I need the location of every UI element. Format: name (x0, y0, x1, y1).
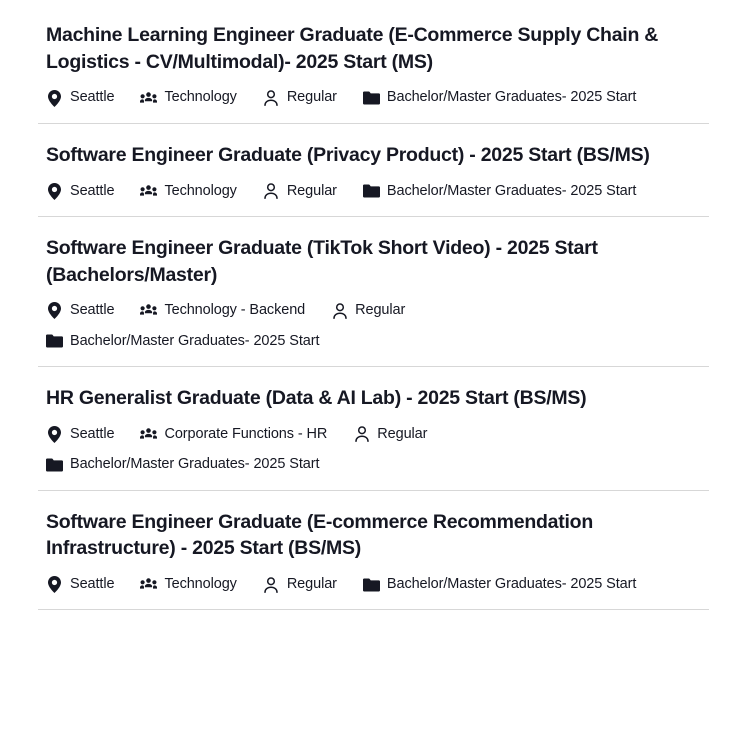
person-icon (263, 90, 280, 107)
job-meta: Seattle Technology - Backend Regular Bachel… (46, 302, 701, 350)
job-department: Technology (140, 575, 237, 593)
job-employment-type: Regular (263, 576, 337, 593)
folder-icon (46, 456, 63, 473)
job-category-label: Bachelor/Master Graduates- 2025 Start (386, 575, 637, 592)
job-location-label: Seattle (70, 575, 115, 592)
location-pin-icon (46, 576, 63, 594)
job-department: Technology - Backend (140, 302, 305, 319)
job-employment-type-label: Regular (377, 425, 428, 442)
people-group-icon (140, 183, 158, 200)
folder-icon (362, 576, 380, 593)
job-employment-type-label: Regular (286, 575, 337, 592)
job-employment-type: Regular (331, 302, 405, 319)
job-card[interactable]: Software Engineer Graduate (Privacy Prod… (38, 124, 709, 217)
job-department-label: Technology (164, 89, 237, 106)
folder-icon (362, 90, 380, 107)
job-department: Technology (140, 182, 237, 200)
person-icon (331, 302, 348, 319)
job-meta-row: Seattle Technology Regular Bachelor/Master … (46, 575, 701, 594)
person-icon (263, 183, 280, 200)
job-title[interactable]: Machine Learning Engineer Graduate (E-Co… (46, 22, 692, 75)
job-category-label: Bachelor/Master Graduates- 2025 Start (70, 456, 320, 473)
job-meta-row: Seattle Technology Regular Bachelor/Master … (46, 183, 701, 200)
job-card[interactable]: Software Engineer Graduate (TikTok Short… (38, 217, 709, 368)
job-category-label: Bachelor/Master Graduates- 2025 Start (70, 332, 320, 349)
job-category: Bachelor/Master Graduates- 2025 Start (362, 575, 637, 593)
job-department-label: Technology (164, 575, 237, 592)
job-location: Seattle (46, 425, 115, 443)
job-employment-type: Regular (353, 426, 427, 443)
job-category-label: Bachelor/Master Graduates- 2025 Start (386, 182, 637, 199)
job-location-label: Seattle (70, 89, 115, 106)
people-group-icon (140, 426, 158, 443)
job-employment-type-label: Regular (286, 182, 337, 199)
people-group-icon (140, 90, 158, 107)
person-icon (353, 426, 370, 443)
job-title[interactable]: Software Engineer Graduate (TikTok Short… (46, 235, 692, 288)
people-group-icon (140, 576, 158, 593)
job-meta: Seattle Corporate Functions - HR Regular Ba… (46, 426, 701, 474)
job-listings-container: Machine Learning Engineer Graduate (E-Co… (0, 0, 747, 611)
job-department-label: Technology (164, 182, 237, 199)
job-category: Bachelor/Master Graduates- 2025 Start (362, 89, 637, 107)
job-meta: Seattle Technology Regular Bachelor/Master … (46, 183, 701, 200)
job-category: Bachelor/Master Graduates- 2025 Start (46, 333, 319, 350)
job-location-label: Seattle (70, 182, 115, 199)
folder-icon (362, 183, 380, 200)
people-group-icon (140, 302, 158, 319)
folder-icon (46, 333, 63, 350)
job-card[interactable]: HR Generalist Graduate (Data & AI Lab) -… (38, 367, 709, 491)
job-title[interactable]: Software Engineer Graduate (E-commerce R… (46, 509, 692, 562)
job-department-label: Technology - Backend (164, 302, 306, 319)
job-card[interactable]: Software Engineer Graduate (E-commerce R… (38, 491, 709, 611)
job-employment-type-label: Regular (286, 89, 337, 106)
job-meta-row: Bachelor/Master Graduates- 2025 Start (46, 456, 701, 473)
job-title[interactable]: HR Generalist Graduate (Data & AI Lab) -… (46, 385, 692, 412)
location-pin-icon (46, 425, 63, 443)
location-pin-icon (46, 302, 63, 320)
job-category-label: Bachelor/Master Graduates- 2025 Start (386, 89, 637, 106)
job-card[interactable]: Machine Learning Engineer Graduate (E-Co… (38, 0, 709, 124)
job-employment-type: Regular (263, 183, 337, 200)
job-meta-row: Seattle Technology - Backend Regular (46, 302, 701, 320)
job-location-label: Seattle (70, 425, 115, 442)
job-location-label: Seattle (70, 302, 115, 319)
job-meta: Seattle Technology Regular Bachelor/Master … (46, 89, 701, 107)
job-meta-row: Seattle Corporate Functions - HR Regular (46, 426, 701, 443)
job-department: Technology (140, 89, 237, 107)
job-employment-type-label: Regular (355, 302, 406, 319)
job-location: Seattle (46, 89, 115, 107)
location-pin-icon (46, 89, 63, 107)
job-meta-row: Seattle Technology Regular Bachelor/Master … (46, 89, 701, 107)
job-category: Bachelor/Master Graduates- 2025 Start (362, 182, 637, 200)
job-employment-type: Regular (263, 89, 337, 107)
job-meta-row: Bachelor/Master Graduates- 2025 Start (46, 333, 701, 350)
job-meta: Seattle Technology Regular Bachelor/Master … (46, 575, 701, 594)
job-department-label: Corporate Functions - HR (164, 425, 328, 442)
job-title[interactable]: Software Engineer Graduate (Privacy Prod… (46, 142, 692, 169)
job-location: Seattle (46, 182, 115, 200)
job-location: Seattle (46, 302, 115, 320)
person-icon (263, 576, 280, 593)
job-department: Corporate Functions - HR (140, 426, 327, 443)
job-category: Bachelor/Master Graduates- 2025 Start (46, 456, 319, 473)
location-pin-icon (46, 182, 63, 200)
job-location: Seattle (46, 575, 115, 594)
